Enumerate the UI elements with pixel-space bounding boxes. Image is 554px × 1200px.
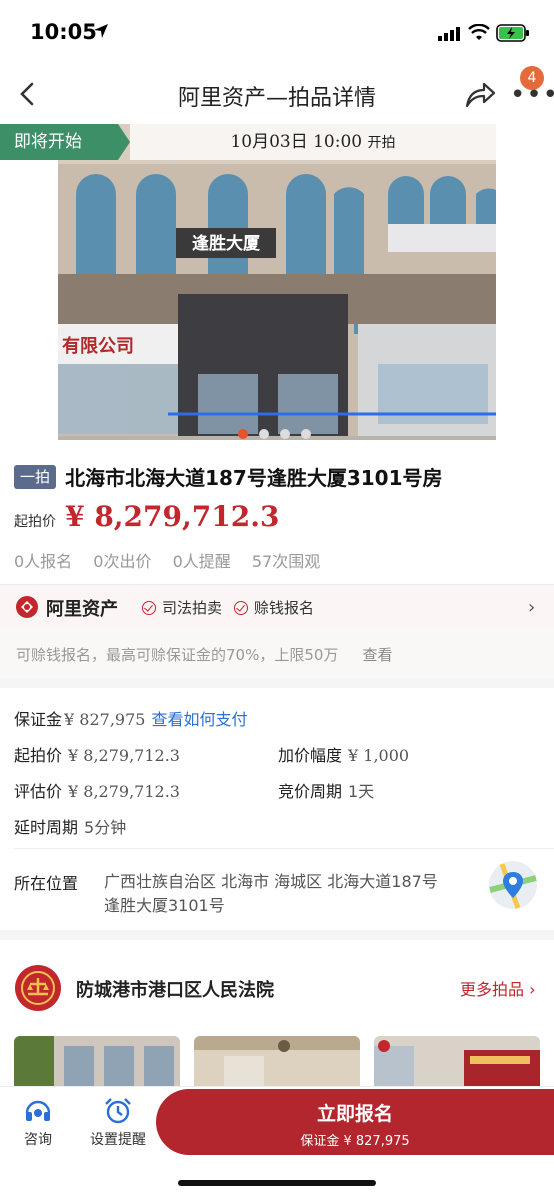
how-to-pay-link[interactable]: 查看如何支付 <box>151 710 247 729</box>
lot-title: 北海市北海大道187号逢胜大厦3101号房 <box>65 466 443 490</box>
stat-views: 57次围观 <box>251 552 321 571</box>
carousel-dots <box>238 424 322 443</box>
check-circle-icon <box>234 601 248 615</box>
court-emblem-icon <box>15 965 61 1011</box>
increment-label: 加价幅度 <box>278 746 343 765</box>
cellular-signal-icon <box>438 27 460 41</box>
nav-bar: 阿里资产—拍品详情 ••• 4 <box>0 64 554 124</box>
detail-delay: 延时周期 5分钟 <box>14 814 126 838</box>
auction-start-time: 10月03日 10:00 开拍 <box>130 124 496 160</box>
start-price-row: 起拍价 ¥ 8,279,712.3 <box>14 500 279 533</box>
credit-note-link[interactable]: 查看 <box>362 646 392 664</box>
credit-note-text: 可赊钱报名，最高可赊保证金的70%，上限50万 <box>16 646 339 664</box>
lot-title-row: 一拍 北海市北海大道187号逢胜大厦3101号房 <box>14 462 544 491</box>
appraisal-label: 评估价 <box>14 782 63 801</box>
section-divider <box>0 930 554 940</box>
stat-bids: 0次出价 <box>93 552 152 571</box>
notification-badge: 4 <box>520 66 544 90</box>
start-price-value: ¥ 8,279,712.3 <box>65 500 280 533</box>
set-reminder-button[interactable]: 设置提醒 <box>86 1097 150 1149</box>
location-value: 广西壮族自治区 北海市 海城区 北海大道187号逢胜大厦3101号 <box>104 872 438 915</box>
more-lots-link[interactable]: 更多拍品 › <box>460 976 536 1000</box>
location-arrow-icon <box>94 24 108 38</box>
hero-gallery[interactable]: 逢胜大厦 有限公司 即将开始 10月03日 10:00 开拍 <box>0 124 554 440</box>
signup-button[interactable]: 立即报名 保证金 ¥ 827,975 <box>156 1089 554 1155</box>
battery-charging-icon <box>496 24 529 42</box>
headset-icon <box>25 1100 51 1121</box>
start-date: 10月03日 10:00 <box>230 132 363 152</box>
map-pin-icon[interactable] <box>488 860 538 910</box>
delay-value: 5分钟 <box>84 818 127 837</box>
remind-label: 设置提醒 <box>90 1132 146 1148</box>
detail-start-value: ¥ 8,279,712.3 <box>68 746 180 765</box>
lot-stats: 0人报名 0次出价 0人提醒 57次围观 <box>14 548 336 572</box>
status-bar: 10:05 <box>0 0 554 64</box>
carousel-dot[interactable] <box>238 429 248 439</box>
shop-sign: 有限公司 <box>62 335 134 357</box>
alarm-clock-icon <box>105 1098 131 1124</box>
stat-signups: 0人报名 <box>14 552 73 571</box>
credit-signup-tag: 赊钱报名 <box>234 597 314 618</box>
chevron-right-icon[interactable]: › <box>528 597 535 618</box>
deposit-row: 保证金 ¥ 827,975 查看如何支付 <box>14 706 247 730</box>
signup-label: 立即报名 <box>316 1103 393 1125</box>
status-tag: 即将开始 <box>0 124 130 160</box>
appraisal-value: ¥ 8,279,712.3 <box>68 782 180 801</box>
increment-value: ¥ 1,000 <box>348 746 410 765</box>
detail-appraisal: 评估价 ¥ 8,279,712.3 <box>14 778 180 802</box>
divider <box>14 848 554 849</box>
detail-period: 竞价周期 1天 <box>278 778 374 802</box>
judicial-auction-tag: 司法拍卖 <box>142 597 222 618</box>
detail-start-price: 起拍价 ¥ 8,279,712.3 <box>14 742 180 766</box>
more-menu-icon[interactable]: ••• <box>510 82 554 108</box>
stat-reminders: 0人提醒 <box>172 552 231 571</box>
ali-asset-logo-icon <box>16 596 38 618</box>
detail-increment: 加价幅度 ¥ 1,000 <box>278 742 409 766</box>
deposit-value: ¥ 827,975 <box>64 710 146 729</box>
detail-start-label: 起拍价 <box>14 746 63 765</box>
delay-label: 延时周期 <box>14 818 79 837</box>
property-photo[interactable]: 逢胜大厦 有限公司 <box>58 124 496 440</box>
carousel-dot[interactable] <box>259 429 269 439</box>
credit-note: 可赊钱报名，最高可赊保证金的70%，上限50万 查看 <box>0 628 554 678</box>
home-indicator <box>178 1180 376 1186</box>
share-icon[interactable] <box>464 80 496 108</box>
location-label: 所在位置 <box>14 874 79 893</box>
carousel-dot[interactable] <box>280 429 290 439</box>
section-divider <box>0 678 554 688</box>
wifi-icon <box>468 24 490 40</box>
carousel-dot[interactable] <box>301 429 311 439</box>
status-time: 10:05 <box>30 20 97 44</box>
ali-asset-banner[interactable]: 阿里资产 司法拍卖 赊钱报名 › <box>0 584 554 629</box>
signup-deposit: 保证金 ¥ 827,975 <box>300 1134 410 1149</box>
credit-signup-label: 赊钱报名 <box>254 599 315 617</box>
check-circle-icon <box>142 601 156 615</box>
building-sign: 逢胜大厦 <box>192 233 261 254</box>
more-lots-label: 更多拍品 <box>460 980 525 999</box>
court-name: 防城港市港口区人民法院 <box>76 980 274 1001</box>
ali-brand: 阿里资产 <box>46 599 118 620</box>
consult-button[interactable]: 咨询 <box>8 1097 68 1149</box>
deposit-label: 保证金 <box>14 710 63 729</box>
start-suffix: 开拍 <box>367 135 396 151</box>
consult-label: 咨询 <box>24 1132 52 1148</box>
court-row[interactable]: 防城港市港口区人民法院 更多拍品 › <box>0 958 554 1018</box>
judicial-auction-label: 司法拍卖 <box>162 599 223 617</box>
round-tag: 一拍 <box>14 464 56 489</box>
period-value: 1天 <box>348 782 375 801</box>
period-label: 竞价周期 <box>278 782 343 801</box>
start-price-label: 起拍价 <box>14 514 56 530</box>
